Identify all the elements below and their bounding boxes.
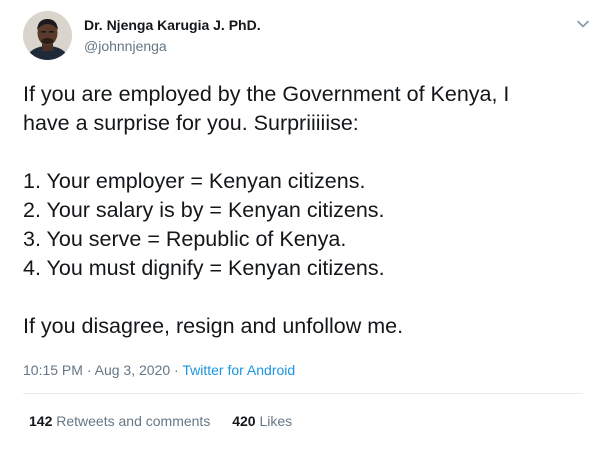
tweet-line: 2. Your salary is by = Kenyan citizens. xyxy=(23,198,385,222)
likes-label: Likes xyxy=(259,413,293,429)
tweet-metadata: 10:15 PM · Aug 3, 2020 · Twitter for And… xyxy=(23,362,295,378)
tweet-source-link[interactable]: Twitter for Android xyxy=(182,362,295,378)
avatar[interactable] xyxy=(23,11,72,60)
tweet-line: 1. Your employer = Kenyan citizens. xyxy=(23,169,366,193)
author-name[interactable]: Dr. Njenga Karugia J. PhD. xyxy=(84,17,261,33)
chevron-down-icon[interactable] xyxy=(575,16,591,32)
tweet-line: If you disagree, resign and unfollow me. xyxy=(23,314,404,338)
tweet-card: Dr. Njenga Karugia J. PhD. @johnnjenga I… xyxy=(0,0,612,454)
retweets-count: 142 xyxy=(29,413,53,429)
tweet-text: If you are employed by the Government of… xyxy=(23,80,593,341)
divider xyxy=(23,393,583,394)
avatar-image xyxy=(23,11,72,60)
author-handle[interactable]: @johnnjenga xyxy=(84,38,167,54)
meta-separator: · xyxy=(86,362,92,378)
tweet-date[interactable]: Aug 3, 2020 xyxy=(95,362,171,378)
tweet-line: 3. You serve = Republic of Kenya. xyxy=(23,227,347,251)
retweets-stat[interactable]: 142 Retweets and comments xyxy=(29,413,214,429)
likes-stat[interactable]: 420 Likes xyxy=(232,413,292,429)
tweet-line: 4. You must dignify = Kenyan citizens. xyxy=(23,256,385,280)
retweets-label: Retweets and comments xyxy=(56,413,211,429)
meta-separator: · xyxy=(174,362,179,378)
tweet-stats: 142 Retweets and comments 420 Likes xyxy=(29,413,292,429)
tweet-line: If you are employed by the Government of… xyxy=(23,82,510,106)
tweet-time[interactable]: 10:15 PM xyxy=(23,362,83,378)
likes-count: 420 xyxy=(232,413,256,429)
tweet-line: have a surprise for you. Surpriiiiise: xyxy=(23,111,359,135)
